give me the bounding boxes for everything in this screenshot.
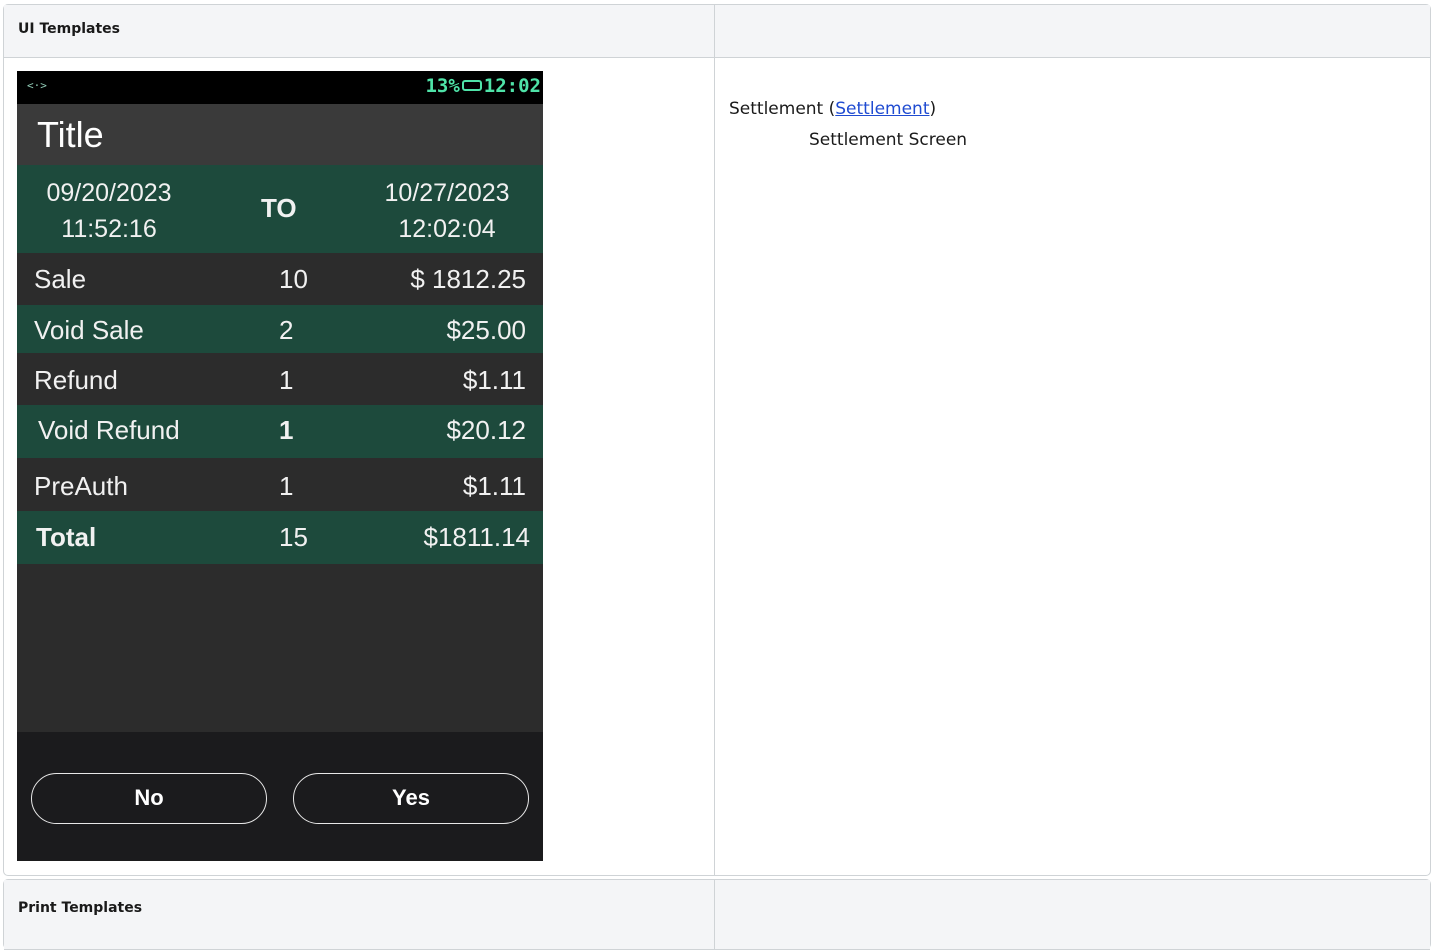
row-count: 10 (279, 264, 308, 294)
ui-templates-header-right (715, 5, 1430, 58)
ui-templates-title: UI Templates (18, 21, 121, 37)
summary-row-total: Total 15 $1811.14 (17, 511, 543, 564)
range-to-label: TO (261, 193, 297, 223)
summary-row-void-refund: Void Refund 1 $20.12 (17, 405, 543, 458)
row-label: Sale (34, 264, 87, 294)
row-label: PreAuth (34, 471, 128, 501)
description-detail: Settlement Screen (809, 130, 968, 150)
row-count: 15 (279, 522, 308, 552)
row-amount: $1.11 (462, 471, 526, 501)
row-amount: $1.11 (462, 365, 526, 395)
battery-icon (461, 80, 482, 91)
button-bar: No Yes (17, 732, 543, 861)
screen-title-bar: Title (17, 104, 543, 165)
row-amount: $ 1812.25 (410, 264, 526, 294)
summary-row-preauth: PreAuth 1 $1.11 (17, 458, 543, 511)
range-to: 10/27/2023 12:02:04 (371, 175, 523, 247)
row-label: Void Refund (38, 415, 180, 445)
from-time: 11:52:16 (61, 215, 157, 243)
row-count: 1 (279, 471, 294, 501)
description-prefix: Settlement ( (729, 99, 836, 119)
to-time: 12:02:04 (398, 215, 496, 243)
print-templates-header-right (715, 880, 1430, 950)
row-label: Total (36, 522, 97, 552)
print-templates-header: Print Templates (4, 880, 714, 950)
no-button[interactable]: No (31, 773, 267, 824)
row-amount: $20.12 (446, 415, 526, 445)
device-screen: <·> 13% 12:02 Title 09/20/2023 11:52:16 T… (17, 71, 543, 861)
row-count: 1 (279, 365, 294, 395)
column-divider (714, 5, 715, 875)
row-label: Refund (34, 365, 118, 395)
status-time: 12:02 (483, 75, 541, 97)
summary-row-sale: Sale 10 $ 1812.25 (17, 253, 543, 305)
status-bar: <·> 13% 12:02 (17, 71, 543, 104)
screen-title: Title (37, 114, 104, 155)
row-label: Void Sale (34, 315, 144, 345)
row-count: 2 (279, 315, 294, 345)
yes-button[interactable]: Yes (293, 773, 529, 824)
battery-percent: 13% (425, 75, 460, 97)
description-suffix: ) (929, 99, 937, 119)
ui-templates-header: UI Templates (4, 5, 714, 58)
row-amount: $25.00 (446, 315, 526, 345)
nfc-icon: <·> (27, 79, 47, 92)
row-count: 1 (279, 415, 294, 445)
ui-templates-panel: UI Templates <·> 13% 12:02 Title 09/20/20… (3, 4, 1431, 876)
summary-row-refund: Refund 1 $1.11 (17, 353, 543, 405)
from-date: 09/20/2023 (46, 179, 172, 207)
summary-row-void-sale: Void Sale 2 $25.00 (17, 305, 543, 353)
column-divider (714, 880, 715, 950)
template-description: Settlement (Settlement) Settlement Scree… (729, 94, 967, 156)
settlement-link[interactable]: Settlement (835, 99, 929, 119)
date-range: 09/20/2023 11:52:16 TO 10/27/2023 12:02:… (17, 165, 543, 253)
to-date: 10/27/2023 (384, 179, 510, 207)
range-from: 09/20/2023 11:52:16 (33, 175, 185, 247)
description-line: Settlement (Settlement) (729, 94, 967, 125)
row-amount: $1811.14 (423, 522, 530, 552)
print-templates-panel: Print Templates (3, 879, 1431, 950)
status-right: 13% 12:02 (425, 75, 541, 97)
print-templates-title: Print Templates (18, 900, 143, 916)
